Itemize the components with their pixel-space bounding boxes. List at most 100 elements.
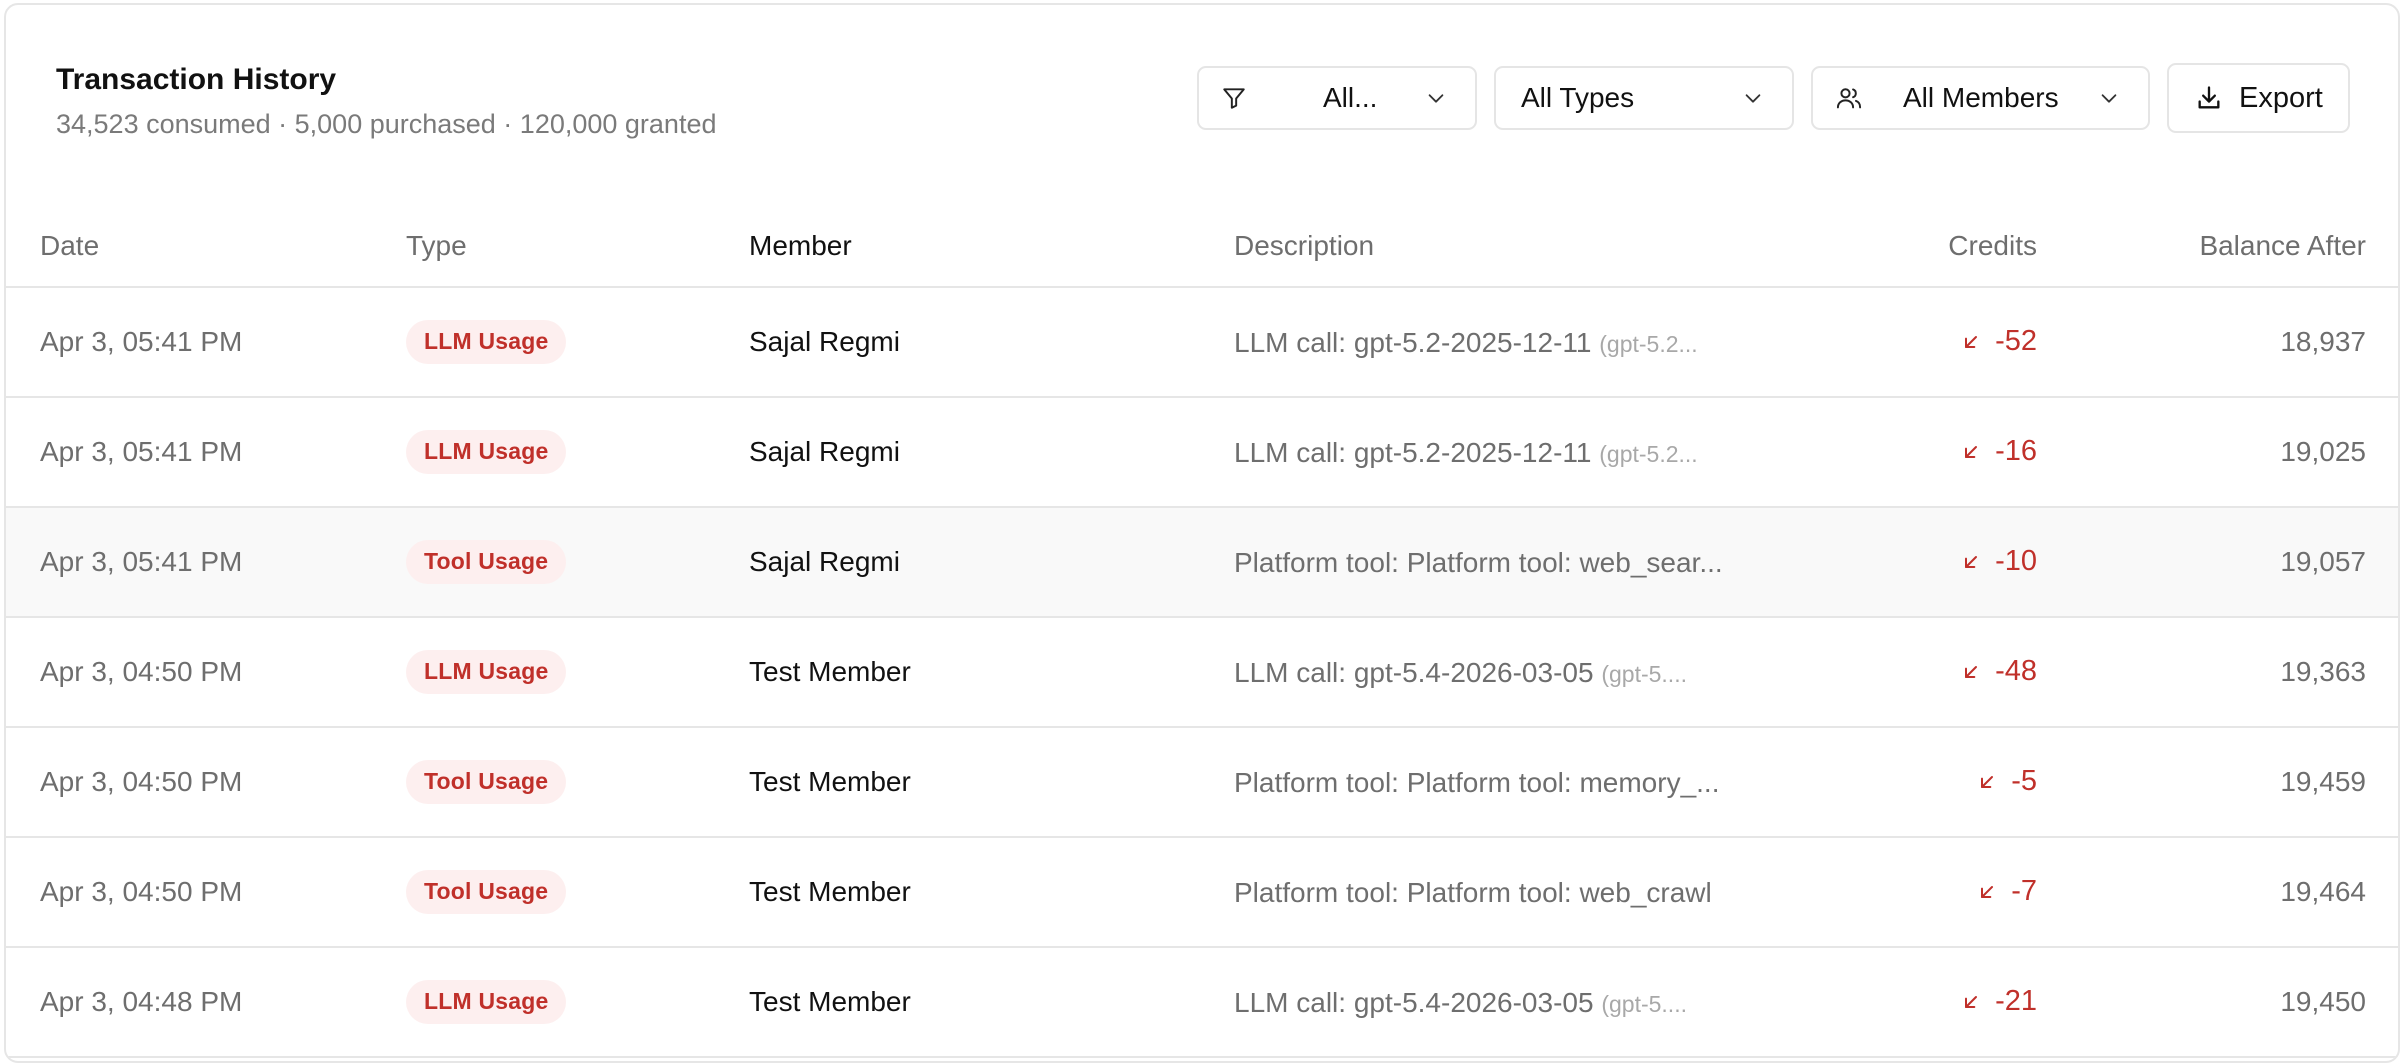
description-text: LLM call: gpt-5.2-2025-12-11 [1234, 326, 1592, 358]
cell-member: Sajal Regmi [749, 397, 1234, 508]
filter-select[interactable]: All... [1197, 66, 1477, 130]
table-row[interactable]: Apr 3, 05:41 PM Tool Usage Sajal Regmi P… [6, 507, 2398, 618]
description-text: LLM call: gpt-5.2-2025-12-11 [1234, 436, 1592, 468]
table-row[interactable]: Apr 3, 05:41 PM LLM Usage Sajal Regmi LL… [6, 287, 2398, 398]
cell-type: LLM Usage [406, 397, 749, 508]
description-text: Platform tool: Platform tool: web_sear..… [1234, 546, 1723, 578]
member-select-value: All Members [1903, 82, 2059, 113]
arrow-down-left-icon [1965, 995, 1978, 1008]
column-header-description[interactable]: Description [1234, 205, 1794, 288]
column-header-balance[interactable]: Balance After [2037, 205, 2398, 288]
arrow-down-left-icon [1965, 445, 1978, 458]
cell-balance: 19,459 [2037, 727, 2398, 838]
description-subtext: (gpt-5.... [1601, 660, 1687, 687]
cell-date: Apr 3, 05:41 PM [6, 287, 406, 398]
credits-value: -5 [2011, 765, 2037, 798]
cell-date: Apr 3, 04:50 PM [6, 837, 406, 948]
type-badge: Tool Usage [406, 760, 567, 804]
cell-balance: 19,450 [2037, 947, 2398, 1058]
cell-description: LLM call: gpt-5.4-2026-03-05 (gpt-5.... [1234, 617, 1794, 728]
description-subtext: (gpt-5.... [1601, 990, 1687, 1017]
cell-date: Apr 3, 04:50 PM [6, 727, 406, 838]
cell-type: Tool Usage [406, 727, 749, 838]
credits-value: -7 [2011, 875, 2037, 908]
cell-member: Test Member [749, 727, 1234, 838]
cell-description: LLM call: gpt-5.2-2025-12-11 (gpt-5.2... [1234, 397, 1794, 508]
toolbar: All... All Types All Members Export [1197, 63, 2350, 133]
cell-balance: 18,937 [2037, 287, 2398, 398]
column-header-date[interactable]: Date [6, 205, 406, 288]
cell-type: LLM Usage [406, 617, 749, 728]
table-row[interactable]: Apr 3, 04:50 PM Tool Usage Test Member P… [6, 837, 2398, 948]
arrow-down-left-icon [1981, 885, 1994, 898]
credits-value: -52 [1995, 325, 2037, 358]
type-badge: LLM Usage [406, 980, 567, 1024]
export-button[interactable]: Export [2167, 63, 2350, 133]
type-select[interactable]: All Types [1494, 66, 1794, 130]
arrow-down-left-icon [1981, 775, 1994, 788]
cell-member: Sajal Regmi [749, 287, 1234, 398]
column-header-credits[interactable]: Credits [1794, 205, 2037, 288]
chevron-down-icon [1425, 87, 1447, 109]
cell-description: LLM call: gpt-5.4-2026-03-05 (gpt-5.... [1234, 947, 1794, 1058]
cell-credits: -5 [1794, 727, 2037, 838]
description-subtext: (gpt-5.2... [1599, 330, 1698, 357]
cell-member: Test Member [749, 617, 1234, 728]
cell-balance: 19,464 [2037, 837, 2398, 948]
table-row[interactable]: Apr 3, 04:48 PM LLM Usage Test Member LL… [6, 947, 2398, 1058]
card-header: Transaction History 34,523 consumed · 5,… [6, 5, 2398, 175]
cell-credits: -48 [1794, 617, 2037, 728]
description-text: Platform tool: Platform tool: web_crawl [1234, 876, 1712, 908]
credits-value: -48 [1995, 655, 2037, 688]
description-text: Platform tool: Platform tool: memory_... [1234, 766, 1720, 798]
type-badge: LLM Usage [406, 650, 567, 694]
filter-select-value: All... [1323, 82, 1378, 113]
transactions-table: Date Type Member Description Credits Bal… [6, 205, 2398, 1058]
arrow-down-left-icon [1965, 665, 1978, 678]
export-button-label: Export [2239, 81, 2323, 114]
description-text: LLM call: gpt-5.4-2026-03-05 [1234, 656, 1594, 688]
column-header-type[interactable]: Type [406, 205, 749, 288]
chevron-down-icon [1742, 87, 1764, 109]
cell-member: Test Member [749, 947, 1234, 1058]
cell-credits: -52 [1794, 287, 2037, 398]
cell-date: Apr 3, 04:50 PM [6, 617, 406, 728]
type-badge: LLM Usage [406, 320, 567, 364]
cell-date: Apr 3, 04:48 PM [6, 947, 406, 1058]
cell-type: LLM Usage [406, 947, 749, 1058]
cell-credits: -10 [1794, 507, 2037, 618]
cell-credits: -7 [1794, 837, 2037, 948]
description-text: LLM call: gpt-5.4-2026-03-05 [1234, 986, 1594, 1018]
table-row[interactable]: Apr 3, 04:50 PM LLM Usage Test Member LL… [6, 617, 2398, 728]
cell-balance: 19,363 [2037, 617, 2398, 728]
cell-type: Tool Usage [406, 837, 749, 948]
table-header-row: Date Type Member Description Credits Bal… [6, 205, 2398, 288]
cell-description: LLM call: gpt-5.2-2025-12-11 (gpt-5.2... [1234, 287, 1794, 398]
cell-description: Platform tool: Platform tool: web_crawl [1234, 837, 1794, 948]
cell-member: Test Member [749, 837, 1234, 948]
type-select-value: All Types [1521, 82, 1635, 113]
table-row[interactable]: Apr 3, 04:50 PM Tool Usage Test Member P… [6, 727, 2398, 838]
filter-icon [1221, 85, 1247, 111]
users-icon [1835, 84, 1863, 112]
cell-type: Tool Usage [406, 507, 749, 618]
table-row[interactable]: Apr 3, 05:41 PM LLM Usage Sajal Regmi LL… [6, 397, 2398, 508]
credits-value: -21 [1995, 985, 2037, 1018]
arrow-down-left-icon [1965, 555, 1978, 568]
page-title: Transaction History [56, 63, 337, 96]
page-subtitle: 34,523 consumed · 5,000 purchased · 120,… [56, 109, 717, 139]
cell-description: Platform tool: Platform tool: web_sear..… [1234, 507, 1794, 618]
transaction-history-card: Transaction History 34,523 consumed · 5,… [4, 3, 2400, 1063]
download-icon [2195, 84, 2223, 112]
cell-member: Sajal Regmi [749, 507, 1234, 618]
table-body: Apr 3, 05:41 PM LLM Usage Sajal Regmi LL… [6, 287, 2398, 1058]
member-select[interactable]: All Members [1811, 66, 2150, 130]
cell-type: LLM Usage [406, 287, 749, 398]
type-badge: LLM Usage [406, 430, 567, 474]
arrow-down-left-icon [1965, 335, 1978, 348]
credits-value: -10 [1995, 545, 2037, 578]
column-header-member[interactable]: Member [749, 205, 1234, 288]
cell-date: Apr 3, 05:41 PM [6, 397, 406, 508]
cell-balance: 19,057 [2037, 507, 2398, 618]
cell-description: Platform tool: Platform tool: memory_... [1234, 727, 1794, 838]
